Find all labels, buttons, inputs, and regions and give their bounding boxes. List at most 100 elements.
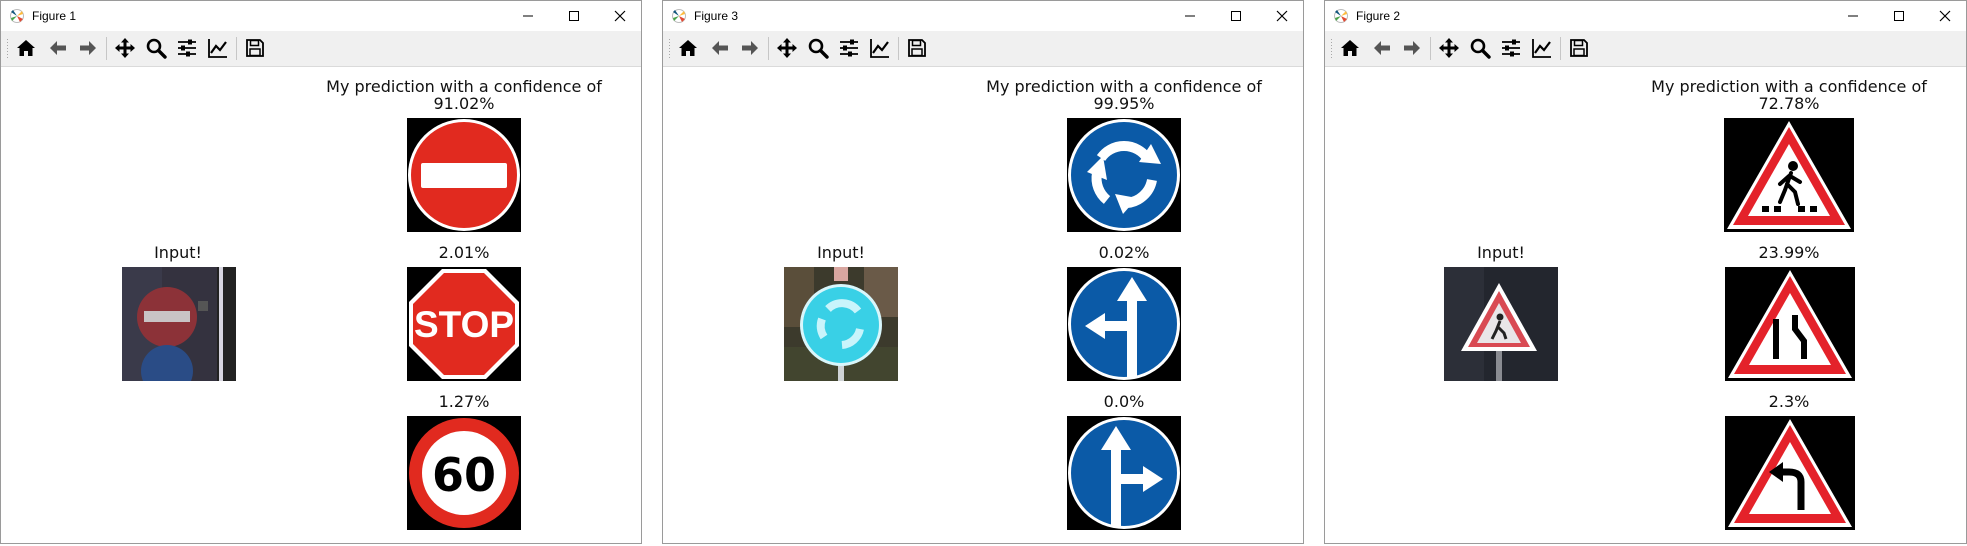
maximize-button[interactable] (1213, 1, 1259, 31)
subplots-button[interactable] (174, 35, 200, 61)
home-button[interactable] (13, 35, 39, 61)
navigation-toolbar (1325, 31, 1966, 67)
matplotlib-app-icon (10, 9, 24, 23)
zoom-button[interactable] (143, 35, 169, 61)
pan-button[interactable] (112, 35, 138, 61)
figure-canvas[interactable]: My prediction with a confidence of 91.02… (1, 67, 641, 543)
save-icon (908, 39, 926, 57)
edit-axes-button[interactable] (1529, 35, 1555, 61)
stop-sign-text: STOP (414, 304, 514, 345)
home-icon (17, 40, 35, 56)
maximize-button[interactable] (551, 1, 597, 31)
back-arrow-icon (1374, 41, 1390, 55)
back-button[interactable] (707, 35, 733, 61)
toolbar-grip-icon[interactable] (6, 39, 9, 59)
title-bar[interactable]: Figure 1 (1, 1, 641, 31)
forward-arrow-icon (1404, 41, 1420, 55)
subplots-icon (1502, 39, 1520, 57)
subplots-button[interactable] (836, 35, 862, 61)
road-narrows-sign (1725, 267, 1855, 381)
maximize-icon (569, 11, 579, 21)
back-arrow-icon (712, 41, 728, 55)
back-button[interactable] (1369, 35, 1395, 61)
toolbar-separator (898, 37, 899, 60)
pan-button[interactable] (1436, 35, 1462, 61)
edit-axes-button[interactable] (205, 35, 231, 61)
toolbar-separator (768, 37, 769, 60)
edit-axes-icon (1532, 39, 1551, 58)
window-title: Figure 1 (32, 9, 77, 23)
top-confidence: 91.02% (433, 94, 495, 113)
top-confidence: 72.78% (1758, 94, 1820, 113)
forward-arrow-icon (742, 41, 758, 55)
prediction-header: My prediction with a confidence of 72.78… (1651, 78, 1927, 112)
pan-icon (777, 38, 797, 58)
pedestrian-crossing-sign (1724, 118, 1854, 232)
minimize-icon (523, 15, 533, 17)
title-bar[interactable]: Figure 3 (663, 1, 1303, 31)
forward-arrow-icon (80, 41, 96, 55)
subplots-icon (178, 39, 196, 57)
forward-button[interactable] (1399, 35, 1425, 61)
close-button[interactable] (597, 1, 643, 31)
input-image (122, 267, 236, 381)
close-button[interactable] (1259, 1, 1305, 31)
confidence-2: 23.99% (1758, 243, 1820, 262)
title-bar[interactable]: Figure 2 (1325, 1, 1966, 31)
prediction-header-text: My prediction with a confidence of (986, 77, 1262, 96)
minimize-icon (1185, 15, 1195, 17)
figure-canvas[interactable]: My prediction with a confidence of 99.95… (663, 67, 1303, 543)
forward-button[interactable] (737, 35, 763, 61)
pan-icon (1439, 38, 1459, 58)
zoom-icon (808, 38, 829, 59)
home-button[interactable] (675, 35, 701, 61)
zoom-button[interactable] (1467, 35, 1493, 61)
speed-limit-60-sign: 60 (407, 416, 521, 530)
edit-axes-button[interactable] (867, 35, 893, 61)
home-icon (1341, 40, 1359, 56)
prediction-header: My prediction with a confidence of 91.02… (326, 78, 602, 112)
confidence-3: 0.0% (1103, 392, 1145, 411)
close-button[interactable] (1922, 1, 1967, 31)
save-button[interactable] (904, 35, 930, 61)
figure-canvas[interactable]: My prediction with a confidence of 72.78… (1325, 67, 1966, 543)
prediction-header-text: My prediction with a confidence of (1651, 77, 1927, 96)
input-label: Input! (817, 243, 865, 262)
toolbar-grip-icon[interactable] (668, 39, 671, 59)
home-button[interactable] (1337, 35, 1363, 61)
minimize-button[interactable] (505, 1, 551, 31)
minimize-icon (1848, 15, 1858, 17)
straight-or-right-sign (1067, 416, 1181, 530)
confidence-2: 0.02% (1098, 243, 1150, 262)
save-button[interactable] (1566, 35, 1592, 61)
zoom-icon (146, 38, 167, 59)
subplots-button[interactable] (1498, 35, 1524, 61)
minimize-button[interactable] (1830, 1, 1876, 31)
zoom-button[interactable] (805, 35, 831, 61)
roundabout-sign (1067, 118, 1181, 232)
confidence-3: 1.27% (438, 392, 490, 411)
navigation-toolbar (1, 31, 641, 67)
toolbar-grip-icon[interactable] (1330, 39, 1333, 59)
pan-icon (115, 38, 135, 58)
edit-axes-icon (208, 39, 227, 58)
matplotlib-app-icon (1334, 9, 1348, 23)
confidence-2: 2.01% (438, 243, 490, 262)
figure-window-2: Figure 2 My prediction with a confidence… (1324, 0, 1967, 544)
toolbar-separator (236, 37, 237, 60)
maximize-button[interactable] (1876, 1, 1922, 31)
forward-button[interactable] (75, 35, 101, 61)
maximize-icon (1894, 11, 1904, 21)
toolbar-separator (1430, 37, 1431, 60)
save-button[interactable] (242, 35, 268, 61)
no-entry-sign (407, 118, 521, 232)
toolbar-separator (106, 37, 107, 60)
matplotlib-app-icon (672, 9, 686, 23)
minimize-button[interactable] (1167, 1, 1213, 31)
figure-window-1: Figure 1 My prediction with a confidence… (0, 0, 642, 544)
back-arrow-icon (50, 41, 66, 55)
pan-button[interactable] (774, 35, 800, 61)
prediction-header: My prediction with a confidence of 99.95… (986, 78, 1262, 112)
back-button[interactable] (45, 35, 71, 61)
toolbar-separator (1560, 37, 1561, 60)
